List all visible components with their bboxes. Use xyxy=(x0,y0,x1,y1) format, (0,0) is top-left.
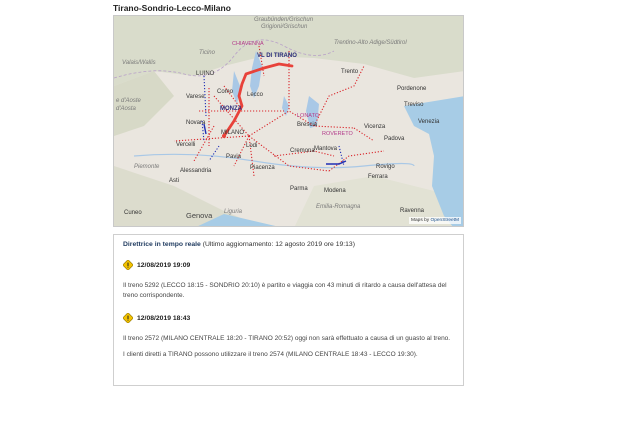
map-label-padova: Padova xyxy=(384,136,405,142)
map-label-monza: MONZA xyxy=(220,106,242,112)
event-header: 12/08/2019 19:09 xyxy=(123,260,454,270)
map-canvas[interactable] xyxy=(114,16,464,227)
attribution-prefix: Maps by xyxy=(411,218,431,223)
map-label-trento: Trento xyxy=(341,69,359,75)
map-label-pordenone: Pordenone xyxy=(397,86,427,92)
map-label-vl-di-tirano: VL DI TIRANO xyxy=(257,53,297,59)
map-label-aosta2: d'Aosta xyxy=(116,106,136,112)
map-label-asti: Asti xyxy=(169,178,180,184)
map-label-vicenza: Vicenza xyxy=(364,124,386,130)
map-label-lonato: LONATO xyxy=(297,113,320,119)
warning-icon xyxy=(123,313,133,323)
map-label-rovereto: ROVERETO xyxy=(322,131,353,137)
map-label-venezia: Venezia xyxy=(418,119,440,125)
event-item: 12/08/2019 19:09 Il treno 5292 (LECCO 18… xyxy=(123,260,454,301)
map-label-luino: LUINO xyxy=(196,71,215,77)
warning-icon xyxy=(123,260,133,270)
realtime-heading: Direttrice in tempo reale (Ultimo aggior… xyxy=(123,241,454,248)
event-item: 12/08/2019 18:43 Il treno 2572 (MILANO C… xyxy=(123,313,454,360)
map-attribution[interactable]: Maps by OpenStreetM xyxy=(409,217,461,224)
map-label-ravenna: Ravenna xyxy=(400,208,425,214)
event-timestamp: 12/08/2019 18:43 xyxy=(137,314,191,322)
map-label-genova: Genova xyxy=(186,211,213,220)
event-body: Il treno 2572 (MILANO CENTRALE 18:20 - T… xyxy=(123,334,454,360)
map-label-parma: Parma xyxy=(290,186,308,192)
map-label-chiavenna: CHIAVENNA xyxy=(232,41,264,47)
map-label-lodi: Lodi xyxy=(246,143,258,149)
map-label-aosta: e d'Aoste xyxy=(116,98,141,104)
event-message: Il treno 2572 (MILANO CENTRALE 18:20 - T… xyxy=(123,335,451,342)
map-label-cuneo: Cuneo xyxy=(124,210,142,216)
map-label-modena: Modena xyxy=(324,188,346,194)
map-label-liguria: Liguria xyxy=(224,209,243,215)
map-label-novara: Novara xyxy=(186,120,206,126)
map-label-valais: Valais/Wallis xyxy=(122,60,156,66)
map-label-trentino: Trentino-Alto Adige/Südtirol xyxy=(334,40,407,46)
attribution-link[interactable]: OpenStreetM xyxy=(430,218,459,223)
page-title: Tirano-Sondrio-Lecco-Milano xyxy=(113,3,231,13)
map-label-rovigo: Rovigo xyxy=(376,164,395,170)
map-label-vercelli: Vercelli xyxy=(176,142,196,148)
map-label-pavia: Pavia xyxy=(226,154,242,160)
map-label-ticino: Ticino xyxy=(199,50,215,56)
map-label-ferrara: Ferrara xyxy=(368,174,388,180)
map-label-varese: Varese xyxy=(186,94,205,100)
map-label-cremona: Cremona xyxy=(290,148,315,154)
event-header: 12/08/2019 18:43 xyxy=(123,313,454,323)
event-message: Il treno 5292 (LECCO 18:15 - SONDRIO 20:… xyxy=(123,282,447,299)
realtime-info-panel: Direttrice in tempo reale (Ultimo aggior… xyxy=(113,234,464,386)
map-label-graubunden: Graubünden/Grischun xyxy=(254,17,314,23)
realtime-heading-title: Direttrice in tempo reale xyxy=(123,241,201,248)
event-message: I clienti diretti a TIRANO possono utili… xyxy=(123,351,418,358)
map-label-piacenza: Piacenza xyxy=(250,165,275,171)
map-label-treviso: Treviso xyxy=(404,102,424,108)
railway-map[interactable]: Graubünden/Grischun Grigioni/Grischun Tr… xyxy=(113,15,464,227)
realtime-heading-updated: (Ultimo aggiornamento: 12 agosto 2019 or… xyxy=(200,241,355,248)
map-label-milano: MILANO xyxy=(221,130,245,136)
map-label-lecco: Lecco xyxy=(247,92,264,98)
map-label-como: Como xyxy=(217,89,234,95)
map-label-alessandria: Alessandria xyxy=(180,168,212,174)
map-label-mantova: Mantova xyxy=(314,146,338,152)
map-label-emilia: Emilia-Romagna xyxy=(316,204,361,210)
map-label-piemonte: Piemonte xyxy=(134,164,160,170)
event-body: Il treno 5292 (LECCO 18:15 - SONDRIO 20:… xyxy=(123,281,454,301)
map-label-brescia: Brescia xyxy=(297,122,318,128)
event-timestamp: 12/08/2019 19:09 xyxy=(137,261,191,269)
map-label-grigioni: Grigioni/Grischun xyxy=(261,24,308,30)
